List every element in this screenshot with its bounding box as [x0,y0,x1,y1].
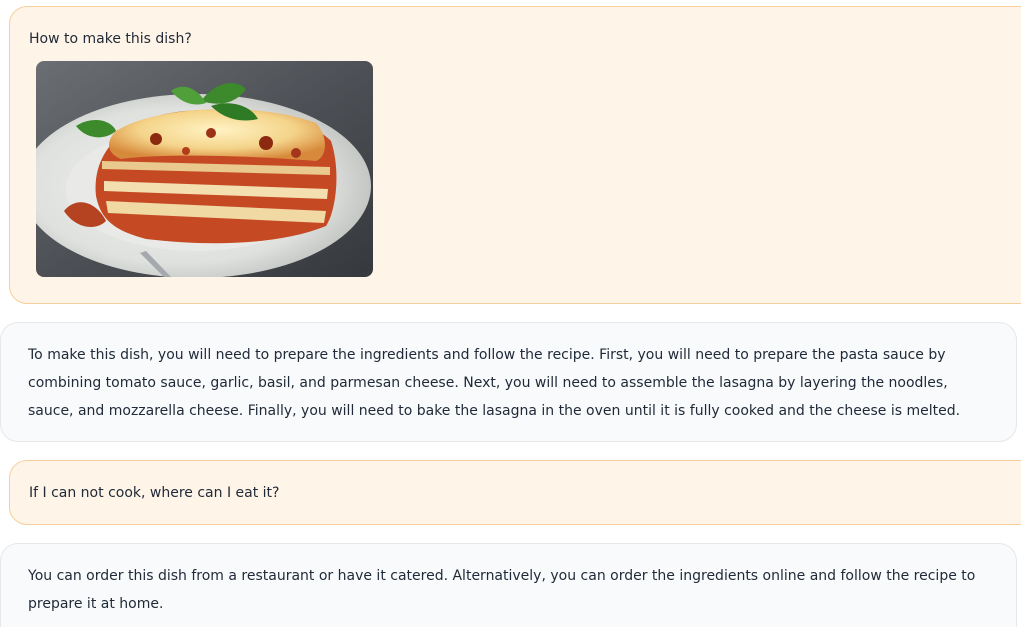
assistant-message: To make this dish, you will need to prep… [0,322,1017,442]
user-message-text: If I can not cook, where can I eat it? [29,485,280,501]
assistant-message-text: You can order this dish from a restauran… [28,568,976,612]
assistant-message-text: To make this dish, you will need to prep… [28,347,961,419]
lasagna-photo [36,61,373,277]
user-message: How to make this dish? [9,6,1021,304]
user-message: If I can not cook, where can I eat it? [9,460,1021,525]
chat-transcript: How to make this dish? To make this dish… [0,0,1021,627]
assistant-message: You can order this dish from a restauran… [0,543,1017,627]
user-message-text: How to make this dish? [29,31,192,47]
